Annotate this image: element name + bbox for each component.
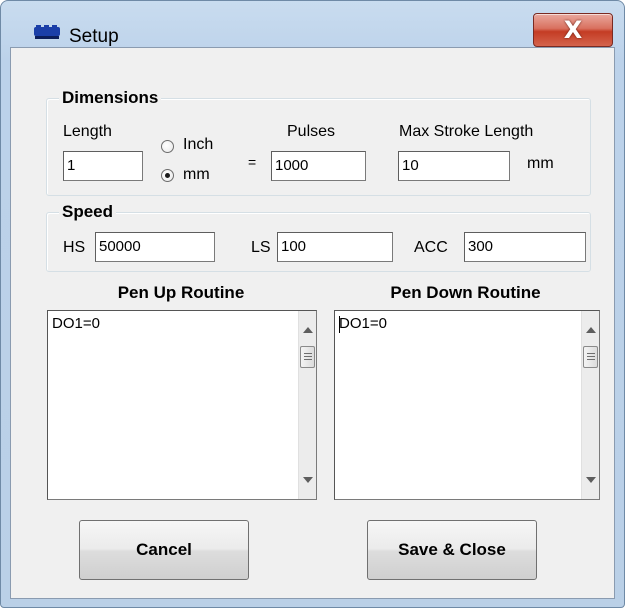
close-icon: X xyxy=(563,16,583,44)
scroll-up-icon[interactable] xyxy=(303,327,313,333)
pulses-input[interactable]: 1000 xyxy=(271,151,366,181)
close-button[interactable]: X xyxy=(533,13,613,47)
unit-mm-radio[interactable] xyxy=(161,169,174,182)
scroll-up-icon[interactable] xyxy=(586,327,596,333)
pen-up-heading: Pen Up Routine xyxy=(117,283,245,302)
length-label: Length xyxy=(63,123,112,140)
pen-down-textarea[interactable]: DO1=0 xyxy=(334,310,600,500)
length-input[interactable]: 1 xyxy=(63,151,143,181)
scroll-down-icon[interactable] xyxy=(586,477,596,483)
equals-sign: = xyxy=(248,154,257,170)
pulses-label: Pulses xyxy=(287,123,336,140)
scroll-down-icon[interactable] xyxy=(303,477,313,483)
dimensions-group xyxy=(46,98,591,196)
unit-inch-label[interactable]: Inch xyxy=(183,135,213,155)
pen-up-textarea[interactable]: DO1=0 xyxy=(47,310,317,500)
title-bar[interactable]: Setup X xyxy=(1,1,624,47)
app-connectors-icon xyxy=(34,25,60,39)
save-close-button-label: Save & Close xyxy=(398,540,506,559)
window-title: Setup xyxy=(69,26,119,47)
max-stroke-label: Max Stroke Length xyxy=(399,123,534,140)
dimensions-legend: Dimensions xyxy=(59,88,162,108)
unit-mm-label[interactable]: mm xyxy=(183,165,210,185)
unit-inch-radio[interactable] xyxy=(161,140,174,153)
save-close-button[interactable]: Save & Close xyxy=(367,520,537,580)
setup-window: Setup X Dimensions Length 1 Inch mm = Pu… xyxy=(0,0,625,608)
speed-legend: Speed xyxy=(59,202,117,222)
acc-input[interactable]: 300 xyxy=(464,232,586,262)
cancel-button-label: Cancel xyxy=(136,540,192,559)
radio-selected-dot xyxy=(165,173,170,178)
max-stroke-unit: mm xyxy=(527,155,554,172)
pen-up-text: DO1=0 xyxy=(52,315,100,332)
hs-input[interactable]: 50000 xyxy=(95,232,215,262)
cancel-button[interactable]: Cancel xyxy=(79,520,249,580)
acc-label: ACC xyxy=(414,239,448,256)
scroll-thumb[interactable] xyxy=(300,346,315,368)
ls-label: LS xyxy=(251,239,271,256)
dialog-client-area: Dimensions Length 1 Inch mm = Pulses 100… xyxy=(10,47,615,599)
ls-input[interactable]: 100 xyxy=(277,232,393,262)
scroll-thumb[interactable] xyxy=(583,346,598,368)
hs-label: HS xyxy=(63,239,86,256)
pen-down-scrollbar[interactable] xyxy=(581,311,599,499)
pen-up-scrollbar[interactable] xyxy=(298,311,316,499)
pen-down-text: DO1=0 xyxy=(339,315,387,332)
pen-down-heading: Pen Down Routine xyxy=(390,283,541,302)
max-stroke-input[interactable]: 10 xyxy=(398,151,510,181)
